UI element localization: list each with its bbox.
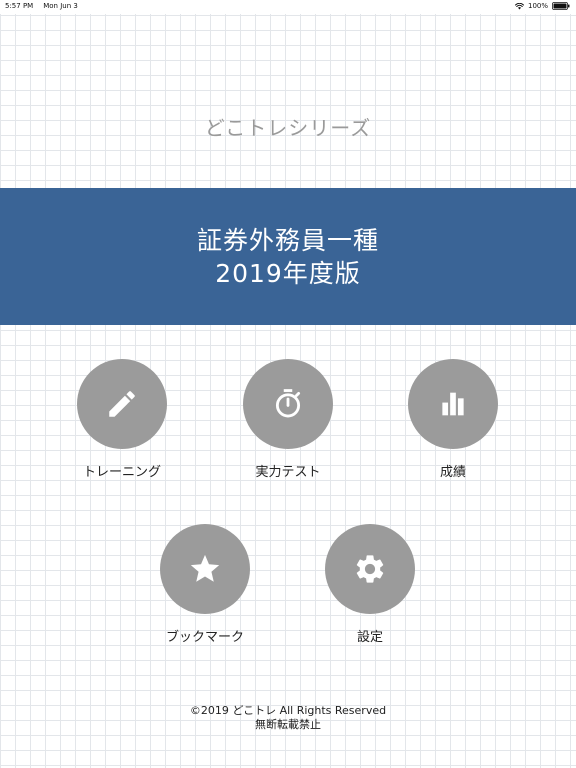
training-circle[interactable] bbox=[77, 359, 167, 449]
bookmark-circle[interactable] bbox=[160, 524, 250, 614]
status-bar: 5:57 PM Mon Jun 3 100% bbox=[0, 0, 576, 14]
results-button[interactable]: 成績 bbox=[393, 359, 513, 480]
training-label: トレーニング bbox=[82, 465, 161, 480]
bookmark-button[interactable]: ブックマーク bbox=[145, 524, 265, 645]
copyright-text: ©2019 どこトレ All Rights Reserved bbox=[189, 704, 387, 717]
training-button[interactable]: トレーニング bbox=[62, 359, 182, 480]
gear-icon bbox=[356, 555, 384, 583]
status-right: 100% bbox=[514, 2, 570, 10]
exam-label: 実力テスト bbox=[255, 465, 321, 480]
settings-circle[interactable] bbox=[325, 524, 415, 614]
status-date: Mon Jun 3 bbox=[43, 2, 78, 10]
exam-circle[interactable] bbox=[243, 359, 333, 449]
results-circle[interactable] bbox=[408, 359, 498, 449]
settings-label: 設定 bbox=[356, 630, 383, 645]
status-time: 5:57 PM bbox=[5, 2, 34, 10]
series-title: どこトレシリーズ bbox=[204, 116, 372, 140]
battery-percent: 100% bbox=[527, 2, 548, 10]
wifi-icon bbox=[514, 2, 524, 9]
stopwatch-icon bbox=[275, 389, 301, 418]
pencil-icon bbox=[109, 391, 135, 417]
banner-title: 証券外務員一種 bbox=[196, 225, 379, 255]
battery-icon bbox=[552, 2, 570, 10]
star-icon bbox=[190, 554, 220, 582]
exam-button[interactable]: 実力テスト bbox=[228, 359, 348, 480]
bar-chart-icon bbox=[442, 392, 464, 416]
title-banner: 証券外務員一種 2019年度版 bbox=[0, 188, 576, 325]
notice-text: 無断転載禁止 bbox=[255, 718, 321, 731]
banner-subtitle: 2019年度版 bbox=[215, 258, 361, 288]
bookmark-label: ブックマーク bbox=[165, 630, 244, 645]
footer: ©2019 どこトレ All Rights Reserved 無断転載禁止 bbox=[0, 704, 576, 732]
settings-button[interactable]: 設定 bbox=[310, 524, 430, 645]
results-label: 成績 bbox=[439, 465, 466, 480]
status-left: 5:57 PM Mon Jun 3 bbox=[5, 2, 78, 10]
